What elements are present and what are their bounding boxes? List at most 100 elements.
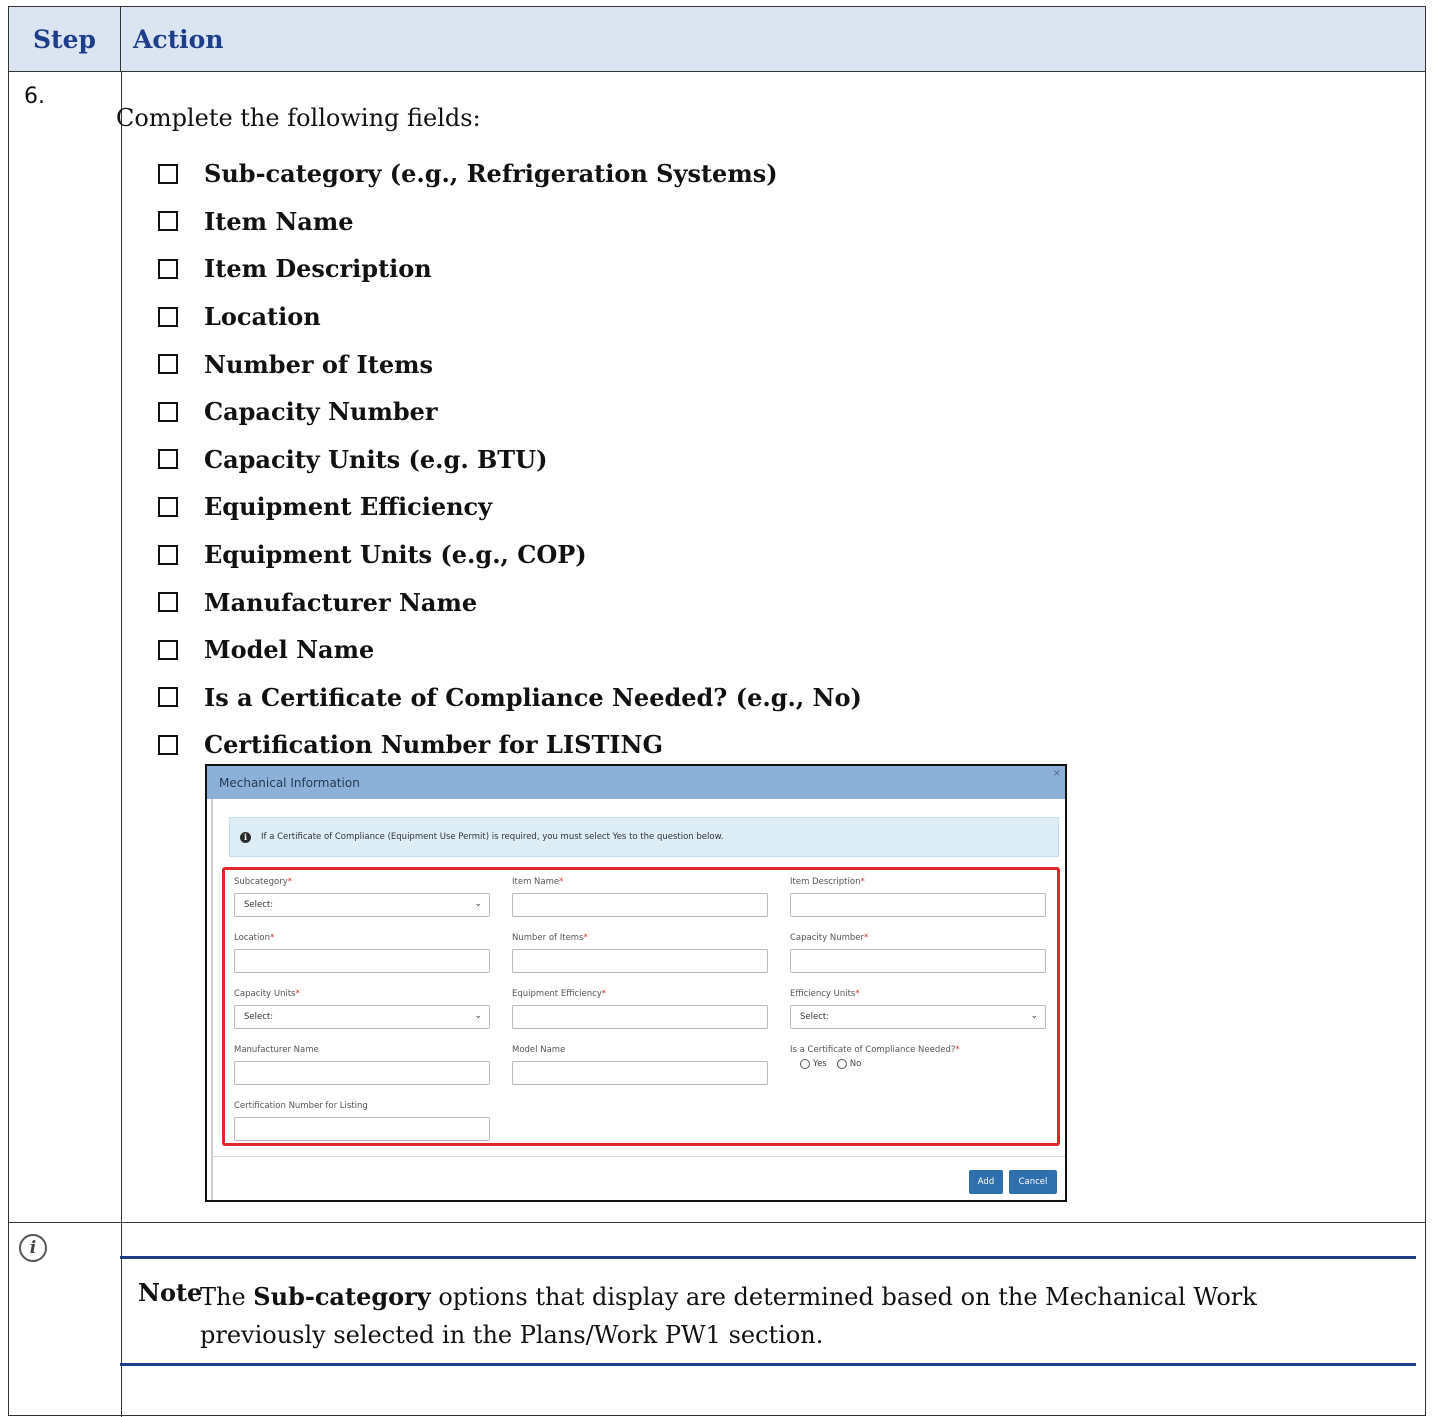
checklist-item-label: Equipment Efficiency — [204, 492, 493, 522]
radio-yes[interactable] — [800, 1059, 810, 1069]
info-alert: i If a Certificate of Compliance (Equipm… — [229, 817, 1059, 857]
item-name-field: Item Name* — [512, 876, 768, 917]
location-field: Location* — [234, 932, 490, 973]
model-name-input[interactable] — [512, 1061, 768, 1085]
checklist-item-label: Item Description — [204, 254, 432, 284]
checkbox-icon — [158, 592, 178, 613]
checklist-item: Sub-category (e.g., Refrigeration System… — [158, 150, 862, 198]
field-label: Number of Items — [512, 933, 584, 943]
checklist-item-label: Equipment Units (e.g., COP) — [204, 540, 587, 570]
checkbox-icon — [158, 163, 178, 184]
note-text: The Sub-category options that display ar… — [200, 1278, 1350, 1354]
checklist-item-label: Sub-category (e.g., Refrigeration System… — [204, 159, 778, 189]
manufacturer-name-input[interactable] — [234, 1061, 490, 1085]
item-name-input[interactable] — [512, 893, 768, 917]
coc-needed-field: Is a Certificate of Compliance Needed?* … — [790, 1044, 1046, 1069]
column-divider — [121, 71, 122, 1417]
checklist-item: Number of Items — [158, 340, 862, 388]
subcategory-field: Subcategory* Select: ⌄ — [234, 876, 490, 917]
number-of-items-input[interactable] — [512, 949, 768, 973]
radio-yes-label: Yes — [813, 1059, 827, 1069]
capacity-units-field: Capacity Units* Select: ⌄ — [234, 988, 490, 1029]
coc-radio-group: Yes No — [790, 1059, 1046, 1069]
manufacturer-name-field: Manufacturer Name — [234, 1044, 490, 1085]
certification-number-field: Certification Number for Listing — [234, 1100, 490, 1141]
number-of-items-field: Number of Items* — [512, 932, 768, 973]
dialog-title: Mechanical Information — [207, 766, 1065, 799]
checkbox-icon — [158, 496, 178, 517]
required-marker: * — [601, 989, 607, 999]
add-button[interactable]: Add — [969, 1170, 1003, 1194]
field-label: Manufacturer Name — [234, 1045, 319, 1055]
checklist-item-label: Is a Certificate of Compliance Needed? (… — [204, 682, 862, 712]
checklist-item: Is a Certificate of Compliance Needed? (… — [158, 674, 862, 722]
radio-no-label: No — [849, 1059, 862, 1069]
checklist-item: Item Description — [158, 245, 862, 293]
alert-text: If a Certificate of Compliance (Equipmen… — [261, 832, 724, 842]
equipment-efficiency-field: Equipment Efficiency* — [512, 988, 768, 1029]
info-icon: i — [19, 1234, 47, 1262]
checklist-item: Capacity Units (e.g. BTU) — [158, 436, 862, 484]
efficiency-units-field: Efficiency Units* Select: ⌄ — [790, 988, 1046, 1029]
item-description-field: Item Description* — [790, 876, 1046, 917]
efficiency-units-select[interactable]: Select: ⌄ — [790, 1005, 1046, 1029]
checklist-item-label: Certification Number for LISTING — [204, 730, 663, 760]
field-label: Subcategory — [234, 877, 288, 887]
checkbox-icon — [158, 687, 178, 708]
required-marker: * — [955, 1045, 960, 1055]
close-icon[interactable]: × — [1053, 768, 1061, 779]
header-action: Action — [133, 24, 224, 54]
checkbox-icon — [158, 544, 178, 565]
subcategory-select[interactable]: Select: ⌄ — [234, 893, 490, 917]
capacity-number-input[interactable] — [790, 949, 1046, 973]
field-label: Equipment Efficiency — [512, 989, 602, 999]
field-label: Location — [234, 933, 270, 943]
location-input[interactable] — [234, 949, 490, 973]
required-marker: * — [295, 989, 300, 999]
table-header: Step Action — [9, 7, 1425, 72]
checklist-item: Equipment Efficiency — [158, 483, 862, 531]
note-text-bold: Sub-category — [253, 1282, 431, 1311]
required-marker: * — [559, 877, 564, 887]
row-divider — [9, 1222, 1425, 1223]
field-label: Capacity Units — [234, 989, 296, 999]
field-label: Item Description — [790, 877, 861, 887]
checkbox-icon — [158, 306, 178, 327]
checkbox-icon — [158, 734, 178, 755]
radio-no[interactable] — [836, 1059, 847, 1069]
note-label: Note — [138, 1278, 203, 1307]
checklist-item-label: Capacity Units (e.g. BTU) — [204, 444, 548, 474]
checklist-item-label: Capacity Number — [204, 397, 438, 427]
checkbox-icon — [158, 401, 178, 422]
capacity-units-select[interactable]: Select: ⌄ — [234, 1005, 490, 1029]
checklist-item: Capacity Number — [158, 388, 862, 436]
field-label: Certification Number for Listing — [234, 1101, 368, 1111]
checklist-item-label: Location — [204, 302, 321, 332]
model-name-field: Model Name — [512, 1044, 768, 1085]
note-text-start: The — [200, 1283, 254, 1311]
required-marker: * — [860, 877, 865, 887]
checklist-item-label: Model Name — [204, 635, 375, 665]
certification-number-input[interactable] — [234, 1117, 490, 1141]
checklist-item: Manufacturer Name — [158, 578, 862, 626]
checklist-item-label: Item Name — [204, 206, 354, 236]
item-description-input[interactable] — [790, 893, 1046, 917]
field-label: Item Name — [512, 877, 560, 887]
cancel-button[interactable]: Cancel — [1009, 1170, 1057, 1194]
checkbox-icon — [158, 258, 178, 279]
note-rule-bottom — [120, 1363, 1416, 1366]
header-step: Step — [9, 7, 121, 71]
info-icon: i — [240, 831, 251, 843]
required-marker: * — [287, 877, 292, 887]
footer-divider — [213, 1156, 1065, 1157]
chevron-down-icon: ⌄ — [1030, 1011, 1038, 1021]
step-number: 6. — [24, 84, 45, 109]
checklist-item: Location — [158, 293, 862, 341]
field-label: Capacity Number — [790, 933, 864, 943]
required-marker: * — [864, 933, 869, 943]
field-label: Is a Certificate of Compliance Needed? — [790, 1045, 956, 1055]
capacity-number-field: Capacity Number* — [790, 932, 1046, 973]
equipment-efficiency-input[interactable] — [512, 1005, 768, 1029]
checkbox-icon — [158, 639, 178, 660]
checklist-item-label: Manufacturer Name — [204, 587, 478, 617]
